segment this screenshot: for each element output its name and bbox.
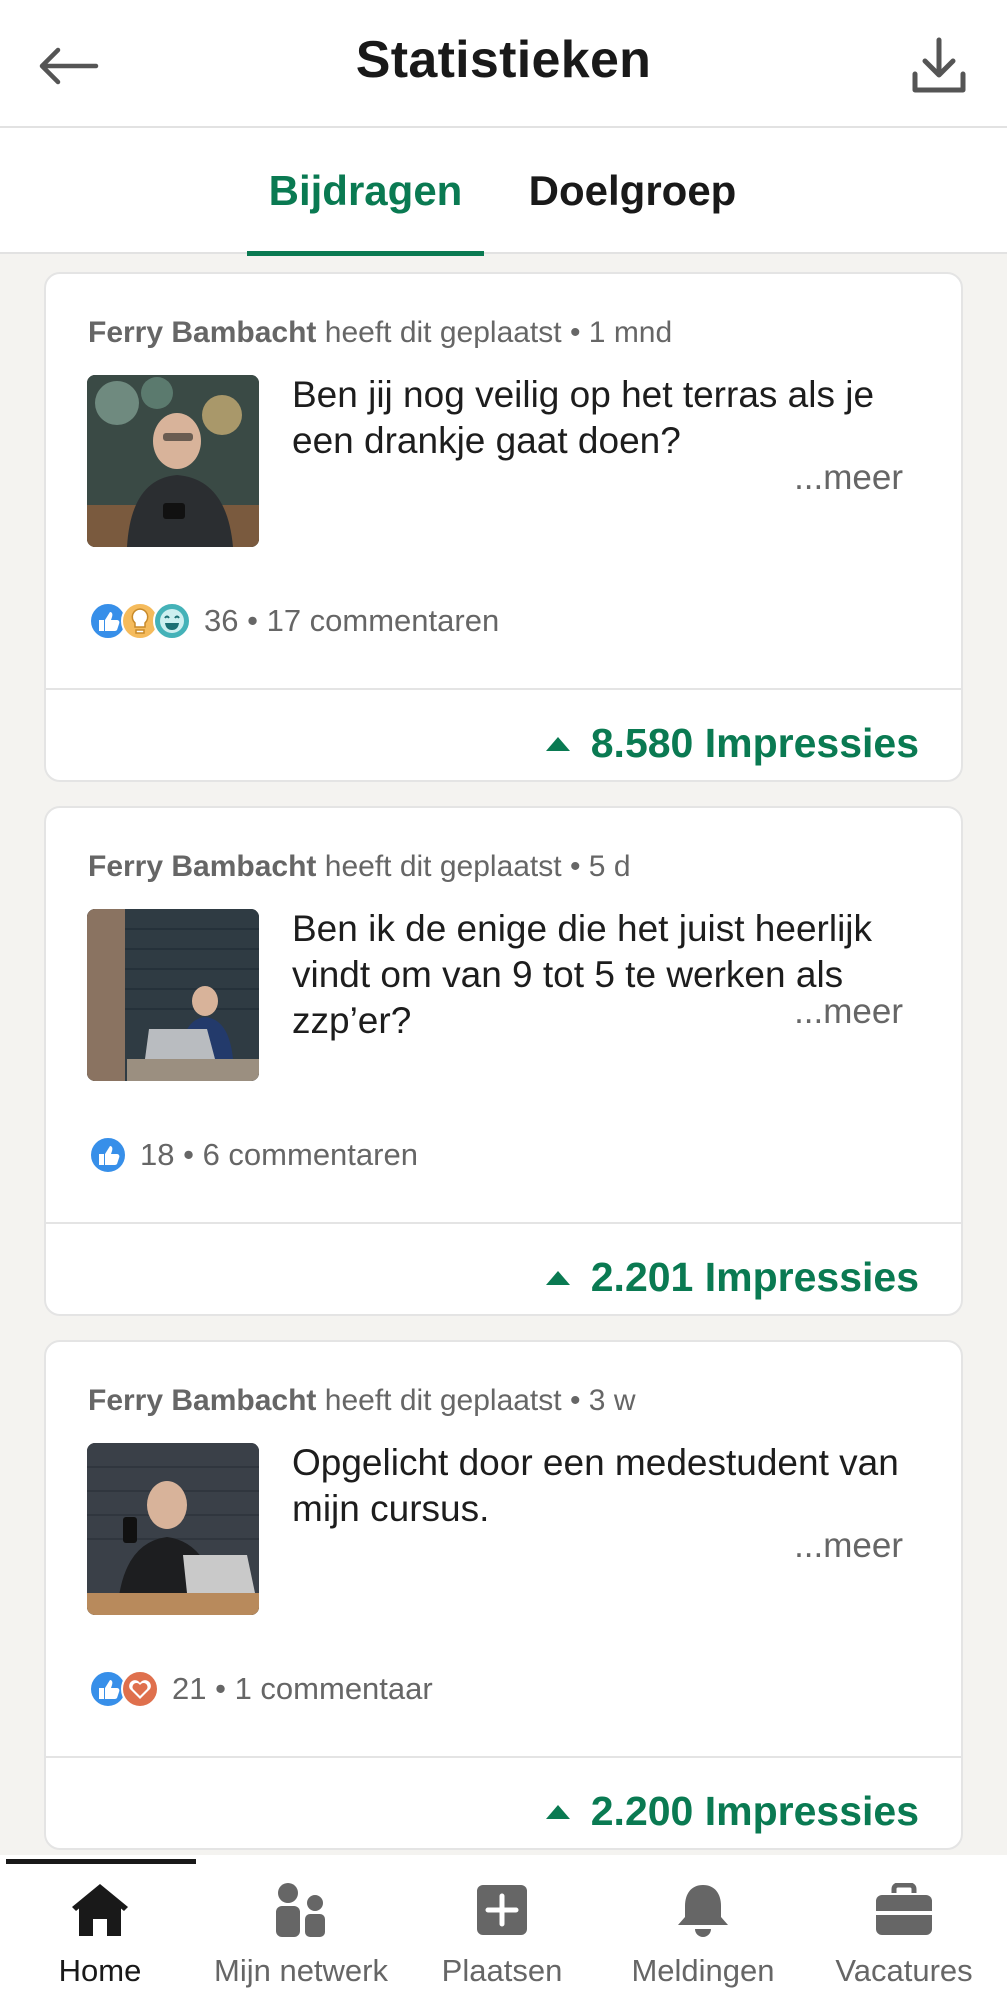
reaction-icons — [88, 1669, 160, 1709]
post-action: heeft dit geplaatst — [324, 316, 562, 349]
post-age: 1 mnd — [588, 316, 673, 349]
tab-bijdragen[interactable]: Bijdragen — [247, 128, 484, 256]
reactions-row[interactable]: 36 • 17 commentaren — [88, 600, 499, 642]
impressions-count: 8.580 Impressies — [590, 720, 919, 766]
app: Statistieken Bijdragen Doelgroep Ferry B… — [0, 0, 1007, 2000]
reaction-icons — [88, 601, 192, 641]
meta-dot: • — [238, 603, 267, 638]
reaction-count: 18 — [140, 1137, 175, 1172]
post-text[interactable]: Ben jij nog veilig op het terras als je … — [292, 372, 922, 464]
post-age: 3 w — [588, 1384, 636, 1417]
impressions-count: 2.201 Impressies — [590, 1254, 919, 1300]
post-card[interactable]: Ferry Bambacht heeft dit geplaatst • 3 w — [44, 1340, 963, 1850]
reaction-icons — [88, 1135, 128, 1175]
impressions-link[interactable]: 2.200 Impressies — [545, 1788, 919, 1835]
nav-label: Vacatures — [835, 1953, 973, 1988]
post-author[interactable]: Ferry Bambacht — [88, 850, 316, 883]
active-tab-indicator — [6, 1859, 196, 1864]
briefcase-icon — [876, 1883, 932, 1935]
reaction-count: 21 — [172, 1671, 207, 1706]
post-thumbnail[interactable] — [87, 909, 259, 1081]
nav-mijn-netwerk[interactable]: Mijn netwerk — [201, 1875, 401, 1995]
comment-count[interactable]: 1 commentaar — [235, 1671, 433, 1707]
caret-up-icon — [545, 1270, 570, 1285]
nav-plaatsen[interactable]: Plaatsen — [402, 1875, 602, 1995]
post-text[interactable]: Opgelicht door een medestudent van mijn … — [292, 1440, 922, 1532]
post-thumbnail[interactable] — [87, 1443, 259, 1615]
impressions-link[interactable]: 2.201 Impressies — [545, 1254, 919, 1301]
post-author[interactable]: Ferry Bambacht — [88, 316, 316, 349]
comment-count[interactable]: 6 commentaren — [203, 1137, 418, 1173]
post-meta: Ferry Bambacht heeft dit geplaatst • 5 d — [88, 850, 631, 884]
nav-vacatures[interactable]: Vacatures — [804, 1875, 1004, 1995]
bottom-nav: Home Mijn netwerk Plaatsen Meldingen Vac — [0, 1855, 1007, 2000]
more-link[interactable]: ...meer — [794, 1526, 903, 1566]
meta-dot: • — [206, 1671, 235, 1706]
impressions-count: 2.200 Impressies — [590, 1788, 919, 1834]
post-author[interactable]: Ferry Bambacht — [88, 1384, 316, 1417]
post-icon — [477, 1885, 527, 1935]
post-meta: Ferry Bambacht heeft dit geplaatst • 1 m… — [88, 316, 672, 350]
post-action: heeft dit geplaatst — [324, 850, 562, 883]
reaction-count: 36 — [204, 603, 239, 638]
nav-label: Meldingen — [631, 1953, 775, 1988]
post-card[interactable]: Ferry Bambacht heeft dit geplaatst • 5 d — [44, 806, 963, 1316]
top-bar: Statistieken — [0, 0, 1007, 128]
post-photo — [87, 1443, 259, 1615]
download-icon — [912, 37, 966, 93]
network-icon — [276, 1883, 325, 1937]
reactions-row[interactable]: 21 • 1 commentaar — [88, 1668, 433, 1710]
nav-label: Mijn netwerk — [214, 1953, 388, 1988]
download-button[interactable] — [907, 34, 971, 98]
nav-home[interactable]: Home — [0, 1875, 200, 1995]
more-link[interactable]: ...meer — [794, 992, 903, 1032]
meta-dot: • — [569, 1384, 589, 1417]
post-card[interactable]: Ferry Bambacht heeft dit geplaatst • 1 m… — [44, 272, 963, 782]
meta-dot: • — [569, 850, 589, 883]
comment-count[interactable]: 17 commentaren — [267, 603, 500, 639]
like-icon — [89, 1136, 127, 1174]
post-photo — [87, 375, 259, 547]
impressions-link[interactable]: 8.580 Impressies — [545, 720, 919, 767]
home-icon — [72, 1884, 128, 1936]
post-thumbnail[interactable] — [87, 375, 259, 547]
tab-doelgroep[interactable]: Doelgroep — [510, 128, 755, 254]
nav-meldingen[interactable]: Meldingen — [603, 1875, 803, 1995]
post-age: 5 d — [588, 850, 631, 883]
posts-feed: Ferry Bambacht heeft dit geplaatst • 1 m… — [44, 272, 963, 1874]
nav-label: Home — [58, 1953, 142, 1988]
caret-up-icon — [545, 736, 570, 751]
reactions-row[interactable]: 18 • 6 commentaren — [88, 1134, 418, 1176]
more-link[interactable]: ...meer — [794, 458, 903, 498]
post-action: heeft dit geplaatst — [324, 1384, 562, 1417]
post-photo — [87, 909, 259, 1081]
meta-dot: • — [569, 316, 589, 349]
nav-label: Plaatsen — [441, 1953, 563, 1988]
bell-icon — [678, 1885, 728, 1937]
page-title: Statistieken — [355, 31, 652, 89]
post-meta: Ferry Bambacht heeft dit geplaatst • 3 w — [88, 1384, 635, 1418]
divider — [46, 1222, 961, 1224]
divider — [46, 1756, 961, 1758]
meta-dot: • — [174, 1137, 203, 1172]
funny-icon — [153, 602, 191, 640]
divider — [46, 688, 961, 690]
tab-bar: Bijdragen Doelgroep — [0, 128, 1007, 256]
caret-up-icon — [545, 1804, 570, 1819]
love-icon — [121, 1670, 159, 1708]
